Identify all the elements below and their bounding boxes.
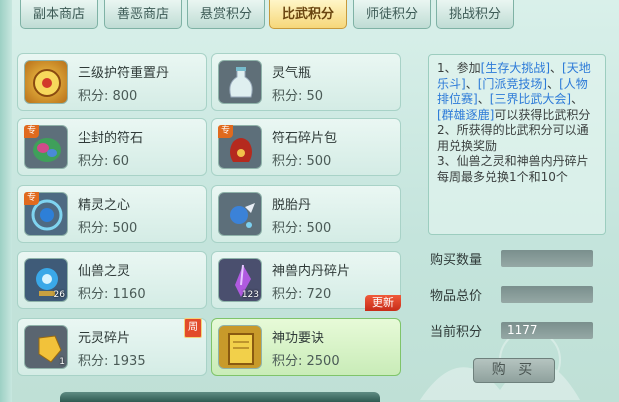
amulet-reset-pill-icon (24, 60, 68, 104)
item-price: 积分: 720 (272, 287, 332, 302)
item-name: 尘封的符石 (78, 131, 144, 146)
rules-text: 、 (465, 76, 478, 91)
item-name: 元灵碎片 (78, 331, 131, 346)
rules-text: 3、仙兽之灵和神兽内丹碎片每周最多兑换1个和10个 (437, 154, 589, 184)
buy-button[interactable]: 购 买 (473, 358, 555, 383)
rules-text: 1、参加 (437, 61, 481, 75)
rules-text: 2、所获得的比武积分可以通用兑换奖励 (437, 123, 589, 153)
tab-challenge-points[interactable]: 挑战积分 (436, 0, 514, 29)
item-count: 123 (241, 290, 259, 300)
shop-item[interactable]: 三级护符重置丹 积分: 800 (17, 53, 207, 111)
lotus-watermark (420, 329, 580, 400)
item-price: 积分: 60 (78, 154, 130, 169)
shop-item[interactable]: 专 符石碎片包 积分: 500 (211, 118, 401, 176)
rules-text: 、 (547, 76, 560, 91)
item-name: 灵气瓶 (272, 66, 312, 81)
divine-beast-core-fragment-icon: 123 (218, 258, 262, 302)
item-count: 1 (59, 357, 65, 367)
immortal-beast-spirit-icon: 26 (24, 258, 68, 302)
total-price-label: 物品总价 (430, 289, 483, 304)
item-name: 仙兽之灵 (78, 264, 131, 279)
shop-item-selected[interactable]: 神功要诀 积分: 2500 (211, 318, 401, 376)
rules-panel: 1、参加[生存大挑战]、[天地乐斗]、[门派竞技场]、[人物排位赛]、[三界比武… (428, 54, 606, 235)
rules-text: 、 (571, 92, 584, 106)
rules-text: 、 (550, 61, 563, 75)
martial-manual-icon (218, 325, 262, 369)
item-price: 积分: 500 (272, 221, 332, 236)
exclusive-tag: 专 (24, 192, 39, 205)
quantity-label: 购买数量 (430, 253, 483, 268)
shop-item[interactable]: 脱胎丹 积分: 500 (211, 185, 401, 243)
event-link[interactable]: [三界比武大会] (490, 92, 571, 106)
event-link[interactable]: [门派竞技场] (478, 77, 547, 91)
quantity-field[interactable] (501, 250, 593, 267)
spirit-bottle-icon (218, 60, 262, 104)
shop-item[interactable]: 专 尘封的符石 积分: 60 (17, 118, 207, 176)
rules-text: 可以获得比武积分 (494, 107, 591, 122)
item-name: 符石碎片包 (272, 131, 338, 146)
item-name: 脱胎丹 (272, 198, 312, 213)
weekly-badge: 周 (184, 318, 202, 338)
item-name: 神兽内丹碎片 (272, 264, 351, 279)
item-price: 积分: 2500 (272, 354, 340, 369)
item-name: 神功要诀 (272, 331, 325, 346)
yuanling-fragment-icon: 1 (24, 325, 68, 369)
total-price-field (501, 286, 593, 303)
shop-item[interactable]: 灵气瓶 积分: 50 (211, 53, 401, 111)
rules-text: 、 (477, 92, 490, 106)
item-price: 积分: 500 (78, 221, 138, 236)
item-name: 精灵之心 (78, 198, 131, 213)
current-points-field: 1177 (501, 322, 593, 339)
tab-dungeon-shop[interactable]: 副本商店 (20, 0, 98, 29)
sealed-rune-stone-icon: 专 (24, 125, 68, 169)
tab-mentor-points[interactable]: 师徒积分 (353, 0, 431, 29)
window-left-border (0, 0, 12, 402)
tab-bounty-points[interactable]: 悬赏积分 (187, 0, 265, 29)
rune-fragment-bag-icon: 专 (218, 125, 262, 169)
tab-pvp-points[interactable]: 比武积分 (269, 0, 347, 29)
item-price: 积分: 1935 (78, 354, 146, 369)
spirit-heart-icon: 专 (24, 192, 68, 236)
item-name: 三级护符重置丹 (78, 66, 170, 81)
current-points-label: 当前积分 (430, 325, 483, 340)
shop-item[interactable]: 专 精灵之心 积分: 500 (17, 185, 207, 243)
item-price: 积分: 1160 (78, 287, 146, 302)
event-link[interactable]: [生存大挑战] (481, 61, 550, 75)
shop-item[interactable]: 123 神兽内丹碎片 积分: 720 更新 (211, 251, 401, 311)
update-badge: 更新 (365, 295, 401, 311)
rebirth-pill-icon (218, 192, 262, 236)
bottom-frame-edge (60, 392, 380, 402)
item-price: 积分: 500 (272, 154, 332, 169)
shop-item[interactable]: 26 仙兽之灵 积分: 1160 (17, 251, 207, 309)
item-count: 26 (53, 290, 65, 300)
shop-item[interactable]: 1 元灵碎片 积分: 1935 周 (17, 318, 207, 376)
tab-karma-shop[interactable]: 善恶商店 (104, 0, 182, 29)
item-price: 积分: 50 (272, 89, 324, 104)
exclusive-tag: 专 (24, 125, 39, 138)
item-price: 积分: 800 (78, 89, 138, 104)
exclusive-tag: 专 (218, 125, 233, 138)
event-link[interactable]: [群雄逐鹿] (437, 108, 494, 122)
